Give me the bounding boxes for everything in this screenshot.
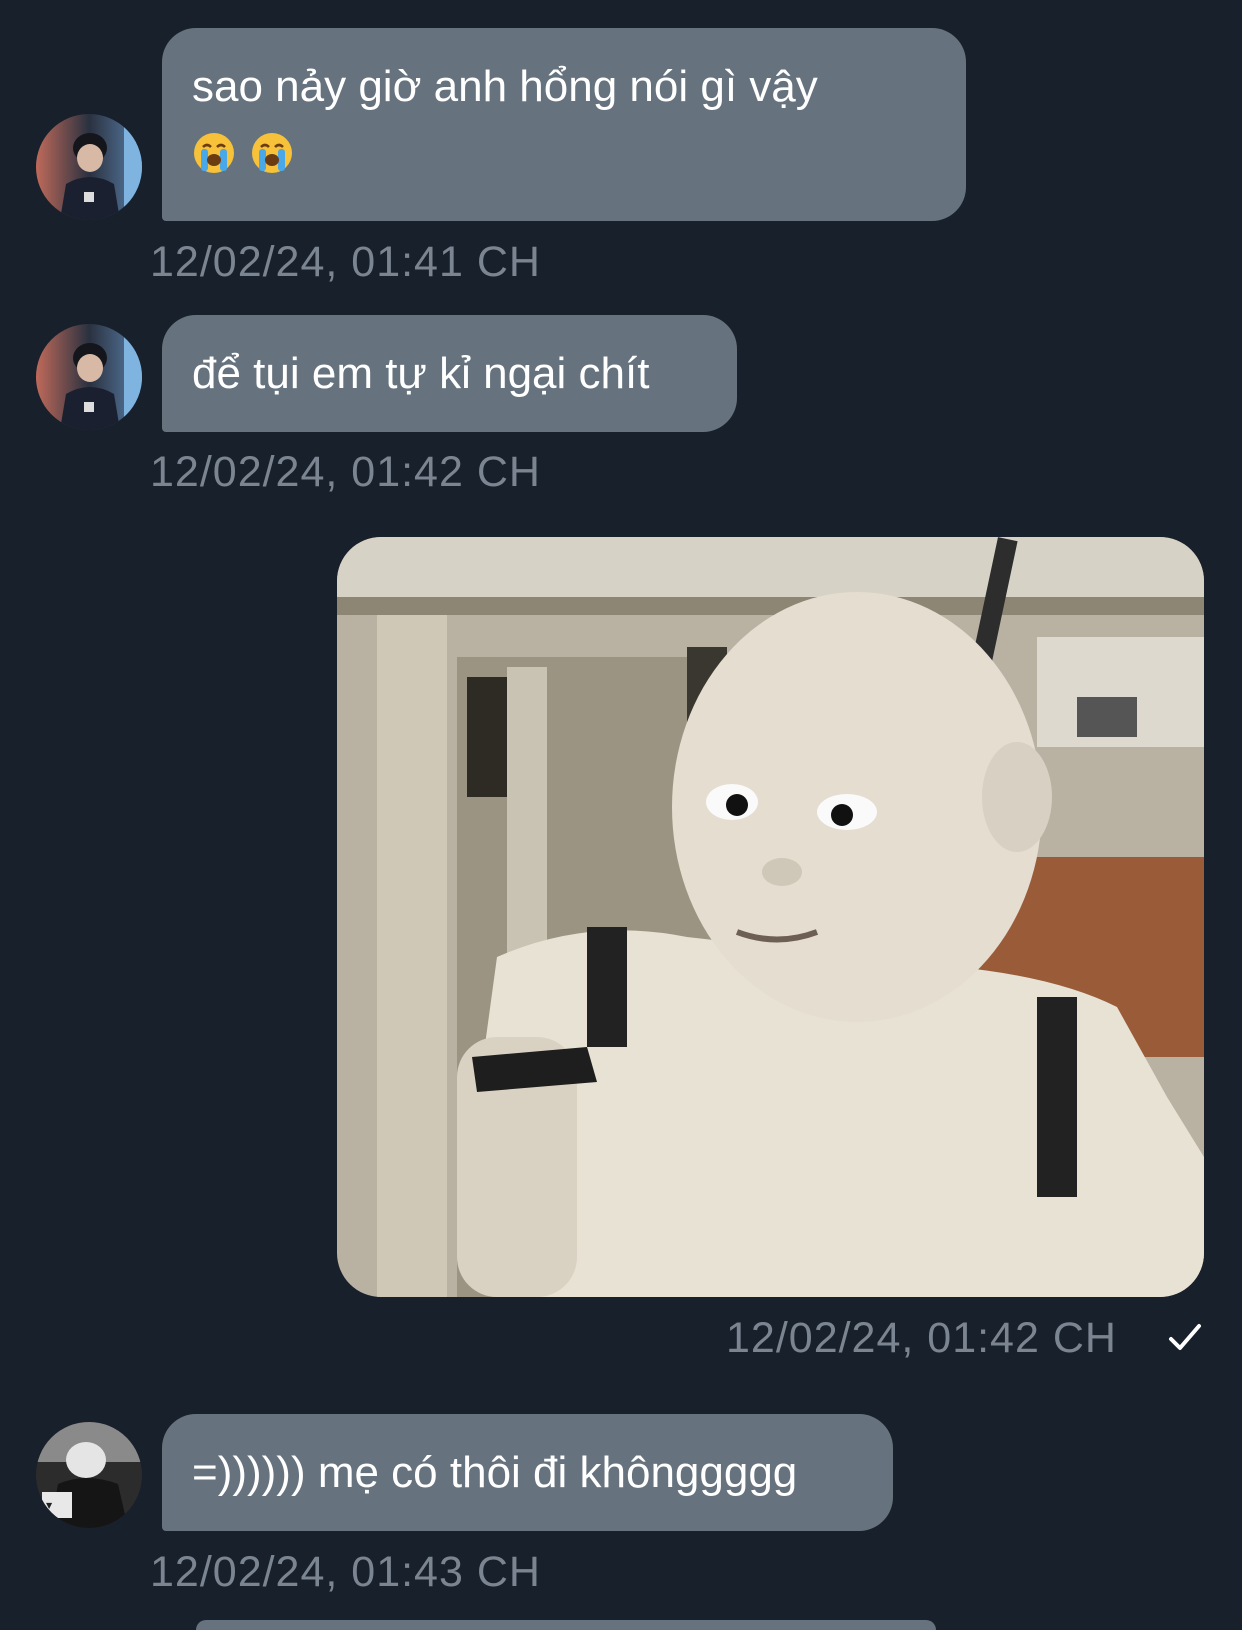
contact-avatar[interactable] bbox=[36, 324, 142, 430]
contact-avatar[interactable] bbox=[36, 114, 142, 220]
message-bubble[interactable]: =)))))) mẹ có thôi đi khônggggg bbox=[162, 1414, 893, 1531]
message-bubble[interactable]: sao nảy giờ anh hổng nói gì vậy bbox=[162, 28, 966, 221]
message-bubble-partial bbox=[196, 1620, 936, 1630]
contact-avatar-2[interactable]: ▼ bbox=[36, 1422, 142, 1528]
photo-attachment[interactable] bbox=[337, 537, 1204, 1297]
message-text: =)))))) mẹ có thôi đi khônggggg bbox=[192, 1448, 798, 1497]
message-text: để tụi em tự kỉ ngại chít bbox=[192, 349, 650, 398]
check-icon bbox=[1169, 1324, 1201, 1350]
loudly-crying-face-icon bbox=[194, 133, 234, 173]
message-timestamp: 12/02/24, 01:41 CH bbox=[150, 238, 541, 286]
photo-attachment-icon bbox=[337, 537, 1204, 1297]
loudly-crying-face-icon bbox=[252, 133, 292, 173]
svg-text:▼: ▼ bbox=[46, 1501, 53, 1510]
emoji-row bbox=[192, 120, 936, 186]
message-text: sao nảy giờ anh hổng nói gì vậy bbox=[192, 62, 818, 111]
message-bubble[interactable]: để tụi em tự kỉ ngại chít bbox=[162, 315, 737, 432]
message-timestamp: 12/02/24, 01:42 CH bbox=[150, 448, 541, 496]
message-timestamp: 12/02/24, 01:43 CH bbox=[150, 1548, 541, 1596]
message-timestamp: 12/02/24, 01:42 CH bbox=[726, 1314, 1117, 1362]
